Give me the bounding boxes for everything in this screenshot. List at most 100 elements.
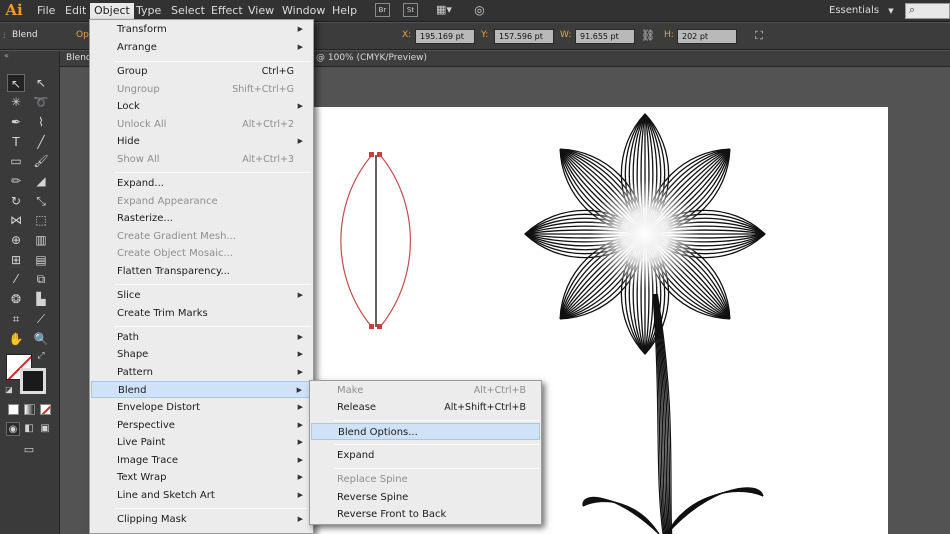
collapse-icon[interactable]: «: [4, 51, 9, 60]
constrain-proportions-icon[interactable]: ⛓: [641, 29, 655, 43]
direct-selection-tool-icon[interactable]: ↖: [32, 74, 50, 92]
menu-item-reverse-front-to-back[interactable]: Reverse Front to Back: [311, 506, 540, 523]
menu-item-line-and-sketch-art[interactable]: Line and Sketch Art ▶: [91, 487, 312, 504]
menu-item-path[interactable]: Path ▶: [91, 329, 312, 346]
menu-select[interactable]: Select: [167, 3, 209, 19]
w-field[interactable]: 91.655 pt: [575, 29, 635, 44]
color-mode-button[interactable]: [8, 404, 19, 415]
width-tool-icon[interactable]: ⋈: [7, 211, 25, 229]
menu-item-transform[interactable]: Transform ▶: [91, 21, 312, 38]
menu-item-pattern[interactable]: Pattern ▶: [91, 364, 312, 381]
search-input[interactable]: ⌕: [905, 3, 950, 19]
perspective-grid-tool-icon[interactable]: ▥: [32, 231, 50, 249]
rotate-tool-icon[interactable]: ↻: [7, 192, 25, 210]
curvature-tool-icon[interactable]: ⌇: [32, 113, 50, 131]
menu-item-flatten-transparency[interactable]: Flatten Transparency...: [91, 263, 312, 280]
menu-item-lock[interactable]: Lock ▶: [91, 98, 312, 115]
pen-tool-icon[interactable]: ✒: [7, 113, 25, 131]
screen-mode-icon[interactable]: ▭: [19, 442, 39, 458]
selection-tool-icon[interactable]: ↖: [7, 74, 25, 92]
rectangle-tool-icon[interactable]: ▭: [7, 152, 25, 170]
menu-item-expand-appearance[interactable]: Expand Appearance: [91, 193, 312, 210]
gpu-performance-icon[interactable]: ◎: [472, 3, 487, 17]
menu-object[interactable]: Object: [90, 3, 134, 19]
menu-item-create-object-mosaic[interactable]: Create Object Mosaic...: [91, 245, 312, 262]
menu-item-release[interactable]: Release Alt+Shift+Ctrl+B: [311, 399, 540, 416]
arrange-documents-icon[interactable]: ▦▾: [432, 3, 456, 17]
menu-item-arrange[interactable]: Arrange ▶: [91, 39, 312, 56]
lasso-tool-icon[interactable]: ➰: [32, 93, 50, 111]
menu-item-slice[interactable]: Slice ▶: [91, 287, 312, 304]
menu-item-shape[interactable]: Shape ▶: [91, 346, 312, 363]
menu-item-hide[interactable]: Hide ▶: [91, 133, 312, 150]
menu-item-clipping-mask[interactable]: Clipping Mask ▶: [91, 511, 312, 528]
menu-item-blend-options[interactable]: Blend Options...: [311, 423, 540, 440]
hand-tool-icon[interactable]: ✋: [7, 330, 25, 348]
artboard-tool-icon[interactable]: ⌗: [7, 310, 25, 328]
default-fill-stroke-icon[interactable]: ◪: [4, 385, 14, 395]
free-transform-tool-icon[interactable]: ⬚: [32, 211, 50, 229]
menu-item-reverse-spine[interactable]: Reverse Spine: [311, 489, 540, 506]
menu-item-replace-spine[interactable]: Replace Spine: [311, 471, 540, 488]
menu-item-live-paint[interactable]: Live Paint ▶: [91, 434, 312, 451]
type-tool-icon[interactable]: T: [7, 133, 25, 151]
selected-blend-leaf[interactable]: [340, 152, 411, 329]
blend-tool-icon[interactable]: ⧉: [32, 270, 50, 288]
menu-file[interactable]: File: [33, 3, 59, 19]
bridge-icon[interactable]: Br: [375, 3, 390, 17]
gradient-tool-icon[interactable]: ▤: [32, 251, 50, 269]
magic-wand-tool-icon[interactable]: ✳: [7, 93, 25, 111]
menu-item-expand[interactable]: Expand: [311, 447, 540, 464]
draw-inside-icon[interactable]: ▣: [38, 422, 52, 436]
menu-item-unlock-all[interactable]: Unlock All Alt+Ctrl+2: [91, 116, 312, 133]
workspace-switcher[interactable]: Essentials ▼: [829, 2, 894, 19]
mesh-tool-icon[interactable]: ⊞: [7, 251, 25, 269]
menu-item-create-gradient-mesh[interactable]: Create Gradient Mesh...: [91, 228, 312, 245]
menu-type[interactable]: Type: [132, 3, 165, 19]
x-field[interactable]: 195.169 pt: [415, 29, 475, 44]
menu-item-rasterize[interactable]: Rasterize...: [91, 210, 312, 227]
anchor-point[interactable]: [369, 324, 374, 329]
menu-item-blend[interactable]: Blend ▶: [91, 381, 312, 398]
opacity-label[interactable]: Op: [76, 30, 89, 40]
anchor-point[interactable]: [377, 152, 382, 157]
h-field[interactable]: 202 pt: [677, 29, 737, 44]
menu-window[interactable]: Window: [278, 3, 329, 19]
draw-behind-icon[interactable]: ◧: [22, 422, 36, 436]
stock-icon[interactable]: St: [403, 3, 418, 17]
anchor-point[interactable]: [369, 152, 374, 157]
none-mode-button[interactable]: [40, 404, 51, 415]
stroke-swatch[interactable]: [20, 368, 46, 394]
menu-item-image-trace[interactable]: Image Trace ▶: [91, 452, 312, 469]
shape-builder-tool-icon[interactable]: ⊕: [7, 231, 25, 249]
pencil-tool-icon[interactable]: ✏: [7, 172, 25, 190]
scale-tool-icon[interactable]: ⤡: [32, 192, 50, 210]
anchor-point[interactable]: [377, 324, 382, 329]
eyedropper-tool-icon[interactable]: ⁄: [7, 270, 25, 288]
y-field[interactable]: 157.596 pt: [494, 29, 554, 44]
column-graph-tool-icon[interactable]: ▙: [32, 290, 50, 308]
gradient-mode-button[interactable]: [24, 404, 35, 415]
menu-item-perspective[interactable]: Perspective ▶: [91, 417, 312, 434]
menu-item-make[interactable]: Make Alt+Ctrl+B: [311, 382, 540, 399]
menu-item-create-trim-marks[interactable]: Create Trim Marks: [91, 305, 312, 322]
eraser-tool-icon[interactable]: ◢: [32, 172, 50, 190]
slice-tool-icon[interactable]: ⟋: [32, 310, 50, 328]
menu-item-show-all[interactable]: Show All Alt+Ctrl+3: [91, 151, 312, 168]
paintbrush-tool-icon[interactable]: 🖌: [32, 152, 50, 170]
symbol-sprayer-tool-icon[interactable]: ❂: [7, 290, 25, 308]
menu-item-envelope-distort[interactable]: Envelope Distort ▶: [91, 399, 312, 416]
menu-help[interactable]: Help: [328, 3, 361, 19]
menu-view[interactable]: View: [244, 3, 278, 19]
menu-item-ungroup[interactable]: Ungroup Shift+Ctrl+G: [91, 81, 312, 98]
line-tool-icon[interactable]: ╱: [32, 133, 50, 151]
menu-edit[interactable]: Edit: [61, 3, 90, 19]
swap-fill-stroke-icon[interactable]: ⤢: [36, 351, 46, 361]
menu-item-text-wrap[interactable]: Text Wrap ▶: [91, 469, 312, 486]
menu-item-expand[interactable]: Expand...: [91, 175, 312, 192]
flower-blend-artwork[interactable]: [524, 113, 766, 534]
menu-item-group[interactable]: Group Ctrl+G: [91, 63, 312, 80]
draw-normal-icon[interactable]: ◉: [6, 422, 20, 436]
zoom-tool-icon[interactable]: 🔍: [32, 330, 50, 348]
transform-icon[interactable]: ⛶: [752, 29, 766, 43]
